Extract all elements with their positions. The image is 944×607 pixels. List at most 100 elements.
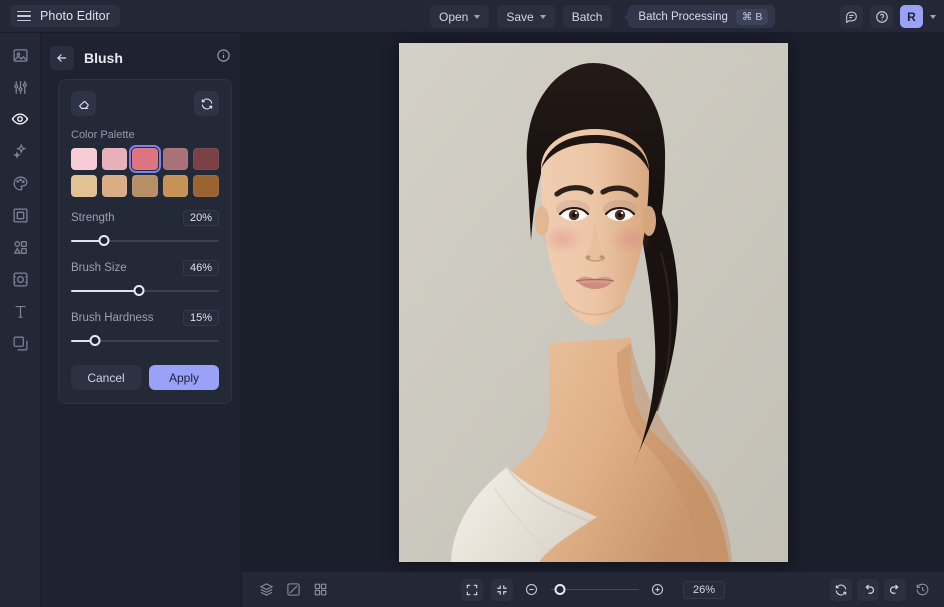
- app-brand[interactable]: Photo Editor: [10, 5, 120, 27]
- slider-header: Strength 20%: [71, 210, 219, 226]
- arrow-left-icon: [57, 54, 67, 62]
- color-swatch[interactable]: [193, 175, 219, 197]
- color-palette: [71, 145, 219, 197]
- color-swatch[interactable]: [129, 145, 161, 173]
- chevron-down-icon: [539, 15, 546, 19]
- apply-button[interactable]: Apply: [149, 365, 219, 390]
- photo-editor-app: Photo Editor Open Save Batch Batch Proce…: [0, 0, 944, 607]
- sidebar-item-filters[interactable]: [6, 268, 34, 290]
- slider-value: 46%: [182, 260, 219, 276]
- slider-brush-size: Brush Size 46%: [71, 260, 219, 297]
- undo-icon: [864, 584, 874, 594]
- shapes-icon: [13, 240, 27, 254]
- menu-icon[interactable]: [17, 10, 31, 22]
- zoom-out-button[interactable]: [521, 579, 543, 601]
- canvas-area[interactable]: [242, 33, 944, 571]
- reset-view-button[interactable]: [830, 578, 852, 601]
- text-icon: [15, 305, 25, 318]
- refresh-icon: [201, 98, 212, 109]
- tool-panel: Blush Color Palette Strength 20% Brush S…: [41, 33, 242, 607]
- history-icon: [916, 583, 928, 596]
- fit-screen-icon: [466, 584, 478, 595]
- sidebar-item-frame[interactable]: [6, 204, 34, 226]
- undo-button[interactable]: [857, 578, 879, 601]
- sidebar-item-layers[interactable]: [6, 332, 34, 354]
- color-swatch[interactable]: [162, 148, 189, 170]
- history-button[interactable]: [911, 579, 933, 601]
- sidebar-item-adjustments[interactable]: [6, 76, 34, 98]
- slider-fill: [71, 290, 140, 292]
- color-swatch[interactable]: [71, 148, 97, 170]
- top-bar: Photo Editor Open Save Batch Batch Proce…: [0, 0, 944, 33]
- slider-strength: Strength 20%: [71, 210, 219, 247]
- color-swatch[interactable]: [162, 175, 189, 197]
- slider-header: Brush Hardness 15%: [71, 310, 219, 326]
- account-chevron-down-icon[interactable]: [930, 15, 936, 19]
- avatar[interactable]: R: [900, 5, 923, 28]
- reset-button[interactable]: [194, 91, 219, 116]
- batch-button[interactable]: Batch: [562, 5, 612, 28]
- image-icon: [12, 48, 28, 62]
- sidebar-item-shapes[interactable]: [6, 236, 34, 258]
- card-tool-row: [71, 91, 219, 116]
- color-swatch[interactable]: [193, 148, 219, 170]
- eraser-icon: [78, 100, 89, 109]
- fit-to-screen-button[interactable]: [460, 578, 483, 601]
- color-swatch[interactable]: [132, 175, 158, 197]
- app-title: Photo Editor: [40, 9, 110, 23]
- slider-value: 20%: [182, 210, 219, 226]
- minus-circle-icon: [526, 583, 538, 596]
- slider-value: 15%: [182, 310, 219, 326]
- back-button[interactable]: [50, 46, 74, 70]
- filters-icon: [12, 271, 28, 287]
- tooltip-label: Batch Processing: [638, 10, 728, 23]
- zoom-in-button[interactable]: [647, 579, 669, 601]
- open-button[interactable]: Open: [430, 5, 490, 28]
- palette-icon: [13, 176, 27, 190]
- help-button[interactable]: [870, 5, 893, 28]
- help-circle-icon: [875, 10, 888, 23]
- slider-track[interactable]: [71, 235, 219, 247]
- slider-label: Strength: [71, 212, 115, 224]
- sidebar-item-retouch[interactable]: [6, 108, 34, 130]
- zoom-slider-thumb[interactable]: [554, 583, 566, 595]
- save-button-label: Save: [506, 9, 534, 24]
- plus-circle-icon: [652, 583, 664, 596]
- slider-track[interactable]: [71, 335, 219, 347]
- slider-label: Brush Hardness: [71, 312, 154, 324]
- panel-actions: Cancel Apply: [71, 365, 219, 390]
- open-button-label: Open: [439, 9, 469, 24]
- adjustments-icon: [13, 80, 27, 94]
- batch-tooltip: Batch Processing ⌘ B: [628, 5, 776, 28]
- swatch-row: [71, 145, 219, 173]
- save-button[interactable]: Save: [497, 5, 555, 28]
- sidebar-item-effects[interactable]: [6, 140, 34, 162]
- refresh-icon: [835, 584, 847, 595]
- slider-track[interactable]: [71, 285, 219, 297]
- eraser-button[interactable]: [71, 91, 96, 116]
- color-swatch[interactable]: [101, 148, 128, 170]
- chat-icon: [846, 11, 857, 23]
- actual-size-button[interactable]: [490, 578, 513, 601]
- sparkles-icon: [12, 142, 26, 159]
- layers-icon: [13, 336, 27, 350]
- color-swatch[interactable]: [71, 175, 97, 197]
- zoom-slider[interactable]: [550, 583, 639, 596]
- edited-photo[interactable]: [398, 42, 788, 562]
- sidebar-item-color[interactable]: [6, 172, 34, 194]
- sidebar-item-image[interactable]: [6, 44, 34, 66]
- slider-label: Brush Size: [71, 262, 127, 274]
- slider-thumb[interactable]: [98, 235, 110, 246]
- tool-rail: [0, 33, 41, 607]
- portrait-photo-illustration: [398, 42, 788, 562]
- redo-button[interactable]: [884, 578, 906, 601]
- slider-thumb[interactable]: [89, 335, 101, 346]
- color-swatch[interactable]: [101, 175, 128, 197]
- info-button[interactable]: [216, 48, 231, 68]
- sidebar-item-text[interactable]: [6, 300, 34, 322]
- comments-button[interactable]: [840, 5, 863, 28]
- zoom-level[interactable]: 26%: [682, 580, 726, 599]
- cancel-button[interactable]: Cancel: [71, 365, 141, 390]
- slider-thumb[interactable]: [133, 285, 145, 296]
- redo-icon: [889, 584, 899, 594]
